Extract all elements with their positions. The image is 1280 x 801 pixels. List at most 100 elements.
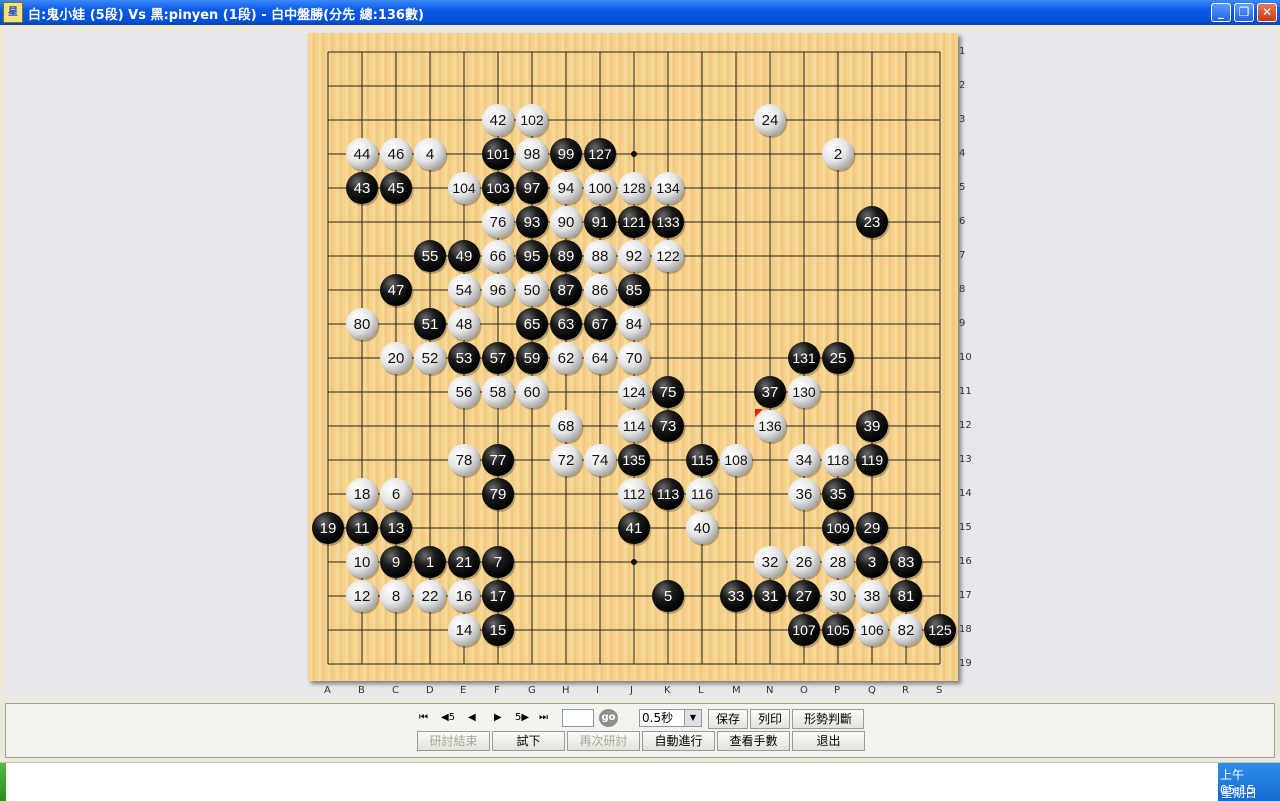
white-stone-124[interactable]: 124 [618, 376, 652, 410]
view-moves-button[interactable]: 查看手數 [717, 731, 790, 751]
black-stone-21[interactable]: 21 [448, 546, 482, 580]
black-stone-73[interactable]: 73 [652, 410, 686, 444]
black-stone-27[interactable]: 27 [788, 580, 822, 614]
review-again-button[interactable]: 再次研討 [567, 731, 640, 751]
black-stone-81[interactable]: 81 [890, 580, 924, 614]
white-stone-118[interactable]: 118 [822, 444, 856, 478]
white-stone-56[interactable]: 56 [448, 376, 482, 410]
white-stone-36[interactable]: 36 [788, 478, 822, 512]
black-stone-89[interactable]: 89 [550, 240, 584, 274]
minimize-button[interactable]: _ [1211, 3, 1231, 22]
black-stone-93[interactable]: 93 [516, 206, 550, 240]
black-stone-121[interactable]: 121 [618, 206, 652, 240]
white-stone-100[interactable]: 100 [584, 172, 618, 206]
black-stone-35[interactable]: 35 [822, 478, 856, 512]
black-stone-45[interactable]: 45 [380, 172, 414, 206]
black-stone-107[interactable]: 107 [788, 614, 822, 648]
white-stone-48[interactable]: 48 [448, 308, 482, 342]
back-button[interactable]: ◀ [468, 711, 476, 725]
black-stone-49[interactable]: 49 [448, 240, 482, 274]
last-move-button[interactable]: ⏭ [539, 711, 548, 725]
white-stone-122[interactable]: 122 [652, 240, 686, 274]
black-stone-127[interactable]: 127 [584, 138, 618, 172]
white-stone-40[interactable]: 40 [686, 512, 720, 546]
black-stone-15[interactable]: 15 [482, 614, 516, 648]
black-stone-97[interactable]: 97 [516, 172, 550, 206]
white-stone-34[interactable]: 34 [788, 444, 822, 478]
white-stone-76[interactable]: 76 [482, 206, 516, 240]
close-button[interactable]: ✕ [1257, 3, 1277, 22]
black-stone-5[interactable]: 5 [652, 580, 686, 614]
white-stone-94[interactable]: 94 [550, 172, 584, 206]
forward-button[interactable]: ▶ [494, 711, 502, 725]
black-stone-99[interactable]: 99 [550, 138, 584, 172]
white-stone-86[interactable]: 86 [584, 274, 618, 308]
white-stone-42[interactable]: 42 [482, 104, 516, 138]
black-stone-115[interactable]: 115 [686, 444, 720, 478]
white-stone-108[interactable]: 108 [720, 444, 754, 478]
white-stone-116[interactable]: 116 [686, 478, 720, 512]
black-stone-17[interactable]: 17 [482, 580, 516, 614]
black-stone-57[interactable]: 57 [482, 342, 516, 376]
black-stone-83[interactable]: 83 [890, 546, 924, 580]
white-stone-80[interactable]: 80 [346, 308, 380, 342]
black-stone-31[interactable]: 31 [754, 580, 788, 614]
black-stone-7[interactable]: 7 [482, 546, 516, 580]
speed-select[interactable]: 0.5秒 ▼ [639, 709, 702, 727]
white-stone-16[interactable]: 16 [448, 580, 482, 614]
white-stone-12[interactable]: 12 [346, 580, 380, 614]
black-stone-47[interactable]: 47 [380, 274, 414, 308]
white-stone-128[interactable]: 128 [618, 172, 652, 206]
black-stone-9[interactable]: 9 [380, 546, 414, 580]
black-stone-65[interactable]: 65 [516, 308, 550, 342]
black-stone-37[interactable]: 37 [754, 376, 788, 410]
try-button[interactable]: 試下 [492, 731, 565, 751]
black-stone-29[interactable]: 29 [856, 512, 890, 546]
black-stone-95[interactable]: 95 [516, 240, 550, 274]
white-stone-38[interactable]: 38 [856, 580, 890, 614]
chevron-down-icon[interactable]: ▼ [684, 710, 701, 726]
white-stone-28[interactable]: 28 [822, 546, 856, 580]
black-stone-75[interactable]: 75 [652, 376, 686, 410]
white-stone-26[interactable]: 26 [788, 546, 822, 580]
black-stone-53[interactable]: 53 [448, 342, 482, 376]
white-stone-18[interactable]: 18 [346, 478, 380, 512]
white-stone-70[interactable]: 70 [618, 342, 652, 376]
white-stone-72[interactable]: 72 [550, 444, 584, 478]
black-stone-63[interactable]: 63 [550, 308, 584, 342]
white-stone-114[interactable]: 114 [618, 410, 652, 444]
white-stone-68[interactable]: 68 [550, 410, 584, 444]
first-move-button[interactable]: ⏮ [419, 711, 428, 725]
white-stone-54[interactable]: 54 [448, 274, 482, 308]
black-stone-3[interactable]: 3 [856, 546, 890, 580]
board-grid[interactable]: 42 102 2444 46 4 101 98 99 127 243 45 104 103 97 94 100… [308, 33, 958, 681]
white-stone-74[interactable]: 74 [584, 444, 618, 478]
white-stone-52[interactable]: 52 [414, 342, 448, 376]
system-tray-clock[interactable]: 上午 05:15 星期日 [1218, 763, 1280, 801]
white-stone-98[interactable]: 98 [516, 138, 550, 172]
black-stone-39[interactable]: 39 [856, 410, 890, 444]
black-stone-109[interactable]: 109 [822, 512, 856, 546]
white-stone-82[interactable]: 82 [890, 614, 924, 648]
white-stone-50[interactable]: 50 [516, 274, 550, 308]
white-stone-84[interactable]: 84 [618, 308, 652, 342]
black-stone-87[interactable]: 87 [550, 274, 584, 308]
white-stone-96[interactable]: 96 [482, 274, 516, 308]
exit-button[interactable]: 退出 [792, 731, 865, 751]
print-button[interactable]: 列印 [750, 709, 790, 729]
black-stone-79[interactable]: 79 [482, 478, 516, 512]
white-stone-106[interactable]: 106 [856, 614, 890, 648]
black-stone-55[interactable]: 55 [414, 240, 448, 274]
start-button[interactable] [0, 763, 6, 801]
black-stone-41[interactable]: 41 [618, 512, 652, 546]
go-board[interactable]: 42 102 24 44 46 4 101 98 99 127 2 43 45 104 103 97 94 100… [308, 33, 958, 681]
black-stone-77[interactable]: 77 [482, 444, 516, 478]
black-stone-91[interactable]: 91 [584, 206, 618, 240]
save-button[interactable]: 保存 [708, 709, 748, 729]
white-stone-14[interactable]: 14 [448, 614, 482, 648]
black-stone-85[interactable]: 85 [618, 274, 652, 308]
black-stone-135[interactable]: 135 [618, 444, 652, 478]
black-stone-103[interactable]: 103 [482, 172, 516, 206]
black-stone-13[interactable]: 13 [380, 512, 414, 546]
white-stone-32[interactable]: 32 [754, 546, 788, 580]
